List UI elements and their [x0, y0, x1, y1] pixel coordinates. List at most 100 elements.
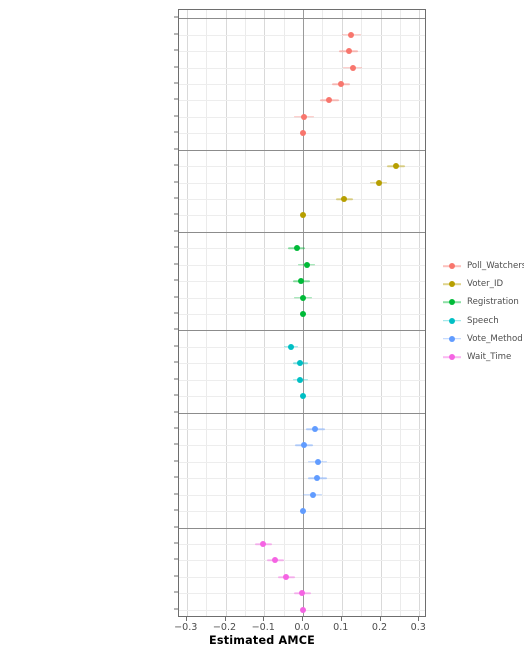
- legend-dot-icon: [449, 317, 455, 324]
- estimate-point[interactable]: [301, 113, 308, 120]
- legend-item-label: Speech: [467, 315, 499, 326]
- gridline-horizontal: [179, 198, 425, 200]
- x-axis-tick-label: 0.0: [294, 622, 310, 633]
- gridline-horizontal: [179, 461, 425, 463]
- y-axis-tick-mark: [173, 279, 178, 281]
- legend-item-registration[interactable]: Registration: [441, 293, 524, 311]
- gridline-horizontal: [179, 34, 425, 36]
- legend-item-wait-time[interactable]: Wait_Time: [441, 348, 524, 366]
- group-separator-line: [179, 527, 425, 529]
- y-axis-tick-mark: [173, 542, 178, 544]
- legend-dot-icon: [449, 299, 455, 306]
- legend-color-swatch: [441, 293, 463, 311]
- estimate-point[interactable]: [375, 179, 382, 186]
- estimate-point[interactable]: [309, 491, 316, 498]
- estimate-point[interactable]: [272, 557, 279, 564]
- legend-dot-icon: [449, 354, 455, 361]
- group-separator-line: [179, 18, 425, 20]
- x-axis-tick-mark: [379, 617, 381, 621]
- estimate-point[interactable]: [293, 245, 300, 252]
- estimate-point[interactable]: [349, 64, 356, 71]
- x-axis-tick-mark: [302, 617, 303, 621]
- y-axis-tick-mark: [173, 16, 178, 18]
- y-axis-tick-mark: [173, 460, 178, 462]
- estimate-point[interactable]: [299, 590, 306, 597]
- legend-dot-icon: [449, 263, 455, 270]
- estimate-point[interactable]: [300, 606, 306, 613]
- gridline-horizontal: [179, 346, 425, 348]
- estimate-point[interactable]: [300, 508, 306, 515]
- y-axis-tick-mark: [173, 296, 178, 298]
- x-axis-tick-label: −0.2: [212, 622, 237, 633]
- x-axis-tick-mark: [263, 617, 265, 621]
- plot-panel: [178, 9, 426, 617]
- legend-color-swatch: [441, 257, 463, 275]
- gridline-horizontal: [179, 182, 425, 184]
- legend-dot-icon: [449, 281, 455, 288]
- y-axis-tick-mark: [173, 213, 178, 215]
- legend-color-swatch: [441, 275, 463, 293]
- estimate-point[interactable]: [314, 475, 321, 482]
- estimate-point[interactable]: [345, 48, 352, 55]
- group-separator-line: [179, 149, 425, 151]
- estimate-point[interactable]: [300, 130, 306, 137]
- y-axis-tick-mark: [173, 49, 178, 51]
- y-axis-tick-mark: [173, 493, 178, 495]
- legend-item-label: Poll_Watchers: [467, 261, 524, 272]
- estimate-point[interactable]: [283, 573, 290, 580]
- estimate-point[interactable]: [393, 163, 399, 170]
- legend-item-voter-id[interactable]: Voter_ID: [441, 275, 524, 293]
- legend-item-poll-watchers[interactable]: Poll_Watchers: [441, 257, 524, 275]
- x-axis-tick-label: −0.1: [251, 622, 275, 633]
- estimate-point[interactable]: [303, 261, 310, 268]
- legend-dot-icon: [449, 335, 455, 342]
- x-axis-tick-mark: [340, 617, 342, 621]
- gridline-horizontal: [179, 576, 425, 578]
- estimate-point[interactable]: [337, 80, 344, 87]
- estimate-point[interactable]: [301, 442, 308, 449]
- legend-item-label: Vote_Method: [467, 333, 523, 344]
- gridline-horizontal: [179, 544, 425, 546]
- y-axis-tick-mark: [173, 66, 178, 67]
- y-axis-tick-mark: [173, 575, 178, 577]
- y-axis-tick-mark: [173, 411, 178, 413]
- estimate-point[interactable]: [300, 212, 306, 219]
- estimate-point[interactable]: [300, 294, 306, 301]
- y-axis-tick-mark: [173, 33, 178, 35]
- legend-item-speech[interactable]: Speech: [441, 312, 524, 330]
- x-axis-tick-mark: [418, 617, 420, 621]
- y-axis-tick-mark: [173, 427, 178, 429]
- y-axis-tick-mark: [173, 345, 178, 347]
- estimate-point[interactable]: [312, 426, 319, 433]
- y-axis-tick-mark: [173, 361, 178, 363]
- y-axis-tick-mark: [173, 526, 178, 528]
- estimate-point[interactable]: [300, 393, 306, 400]
- group-separator-line: [179, 231, 425, 233]
- estimate-point[interactable]: [314, 458, 321, 465]
- estimate-point[interactable]: [297, 376, 304, 383]
- y-axis-tick-mark: [173, 230, 178, 232]
- estimate-point[interactable]: [298, 278, 305, 285]
- estimate-point[interactable]: [300, 311, 306, 317]
- estimate-point[interactable]: [297, 360, 304, 367]
- gridline-horizontal: [179, 83, 425, 85]
- y-axis-tick-mark: [173, 98, 178, 100]
- y-axis-tick-mark: [173, 509, 178, 511]
- estimate-point[interactable]: [341, 195, 348, 202]
- x-axis-tick-label: −0.3: [174, 622, 198, 633]
- legend-item-vote-method[interactable]: Vote_Method: [441, 330, 524, 348]
- y-axis-tick-mark: [173, 608, 178, 610]
- estimate-point[interactable]: [326, 97, 333, 104]
- legend-item-label: Registration: [467, 297, 519, 308]
- x-axis-tick-label: 0.1: [333, 622, 349, 633]
- legend-color-swatch: [441, 312, 463, 330]
- x-axis-title: Estimated AMCE: [209, 634, 315, 647]
- estimate-point[interactable]: [260, 541, 267, 548]
- estimate-point[interactable]: [348, 31, 355, 38]
- legend-item-label: Voter_ID: [467, 279, 504, 290]
- estimate-point[interactable]: [288, 343, 295, 350]
- x-axis-tick-mark: [224, 617, 226, 621]
- legend: Poll_Watchers Voter_ID Registration Speech V…: [441, 257, 524, 366]
- y-axis-tick-mark: [173, 181, 178, 183]
- group-separator-line: [179, 330, 425, 332]
